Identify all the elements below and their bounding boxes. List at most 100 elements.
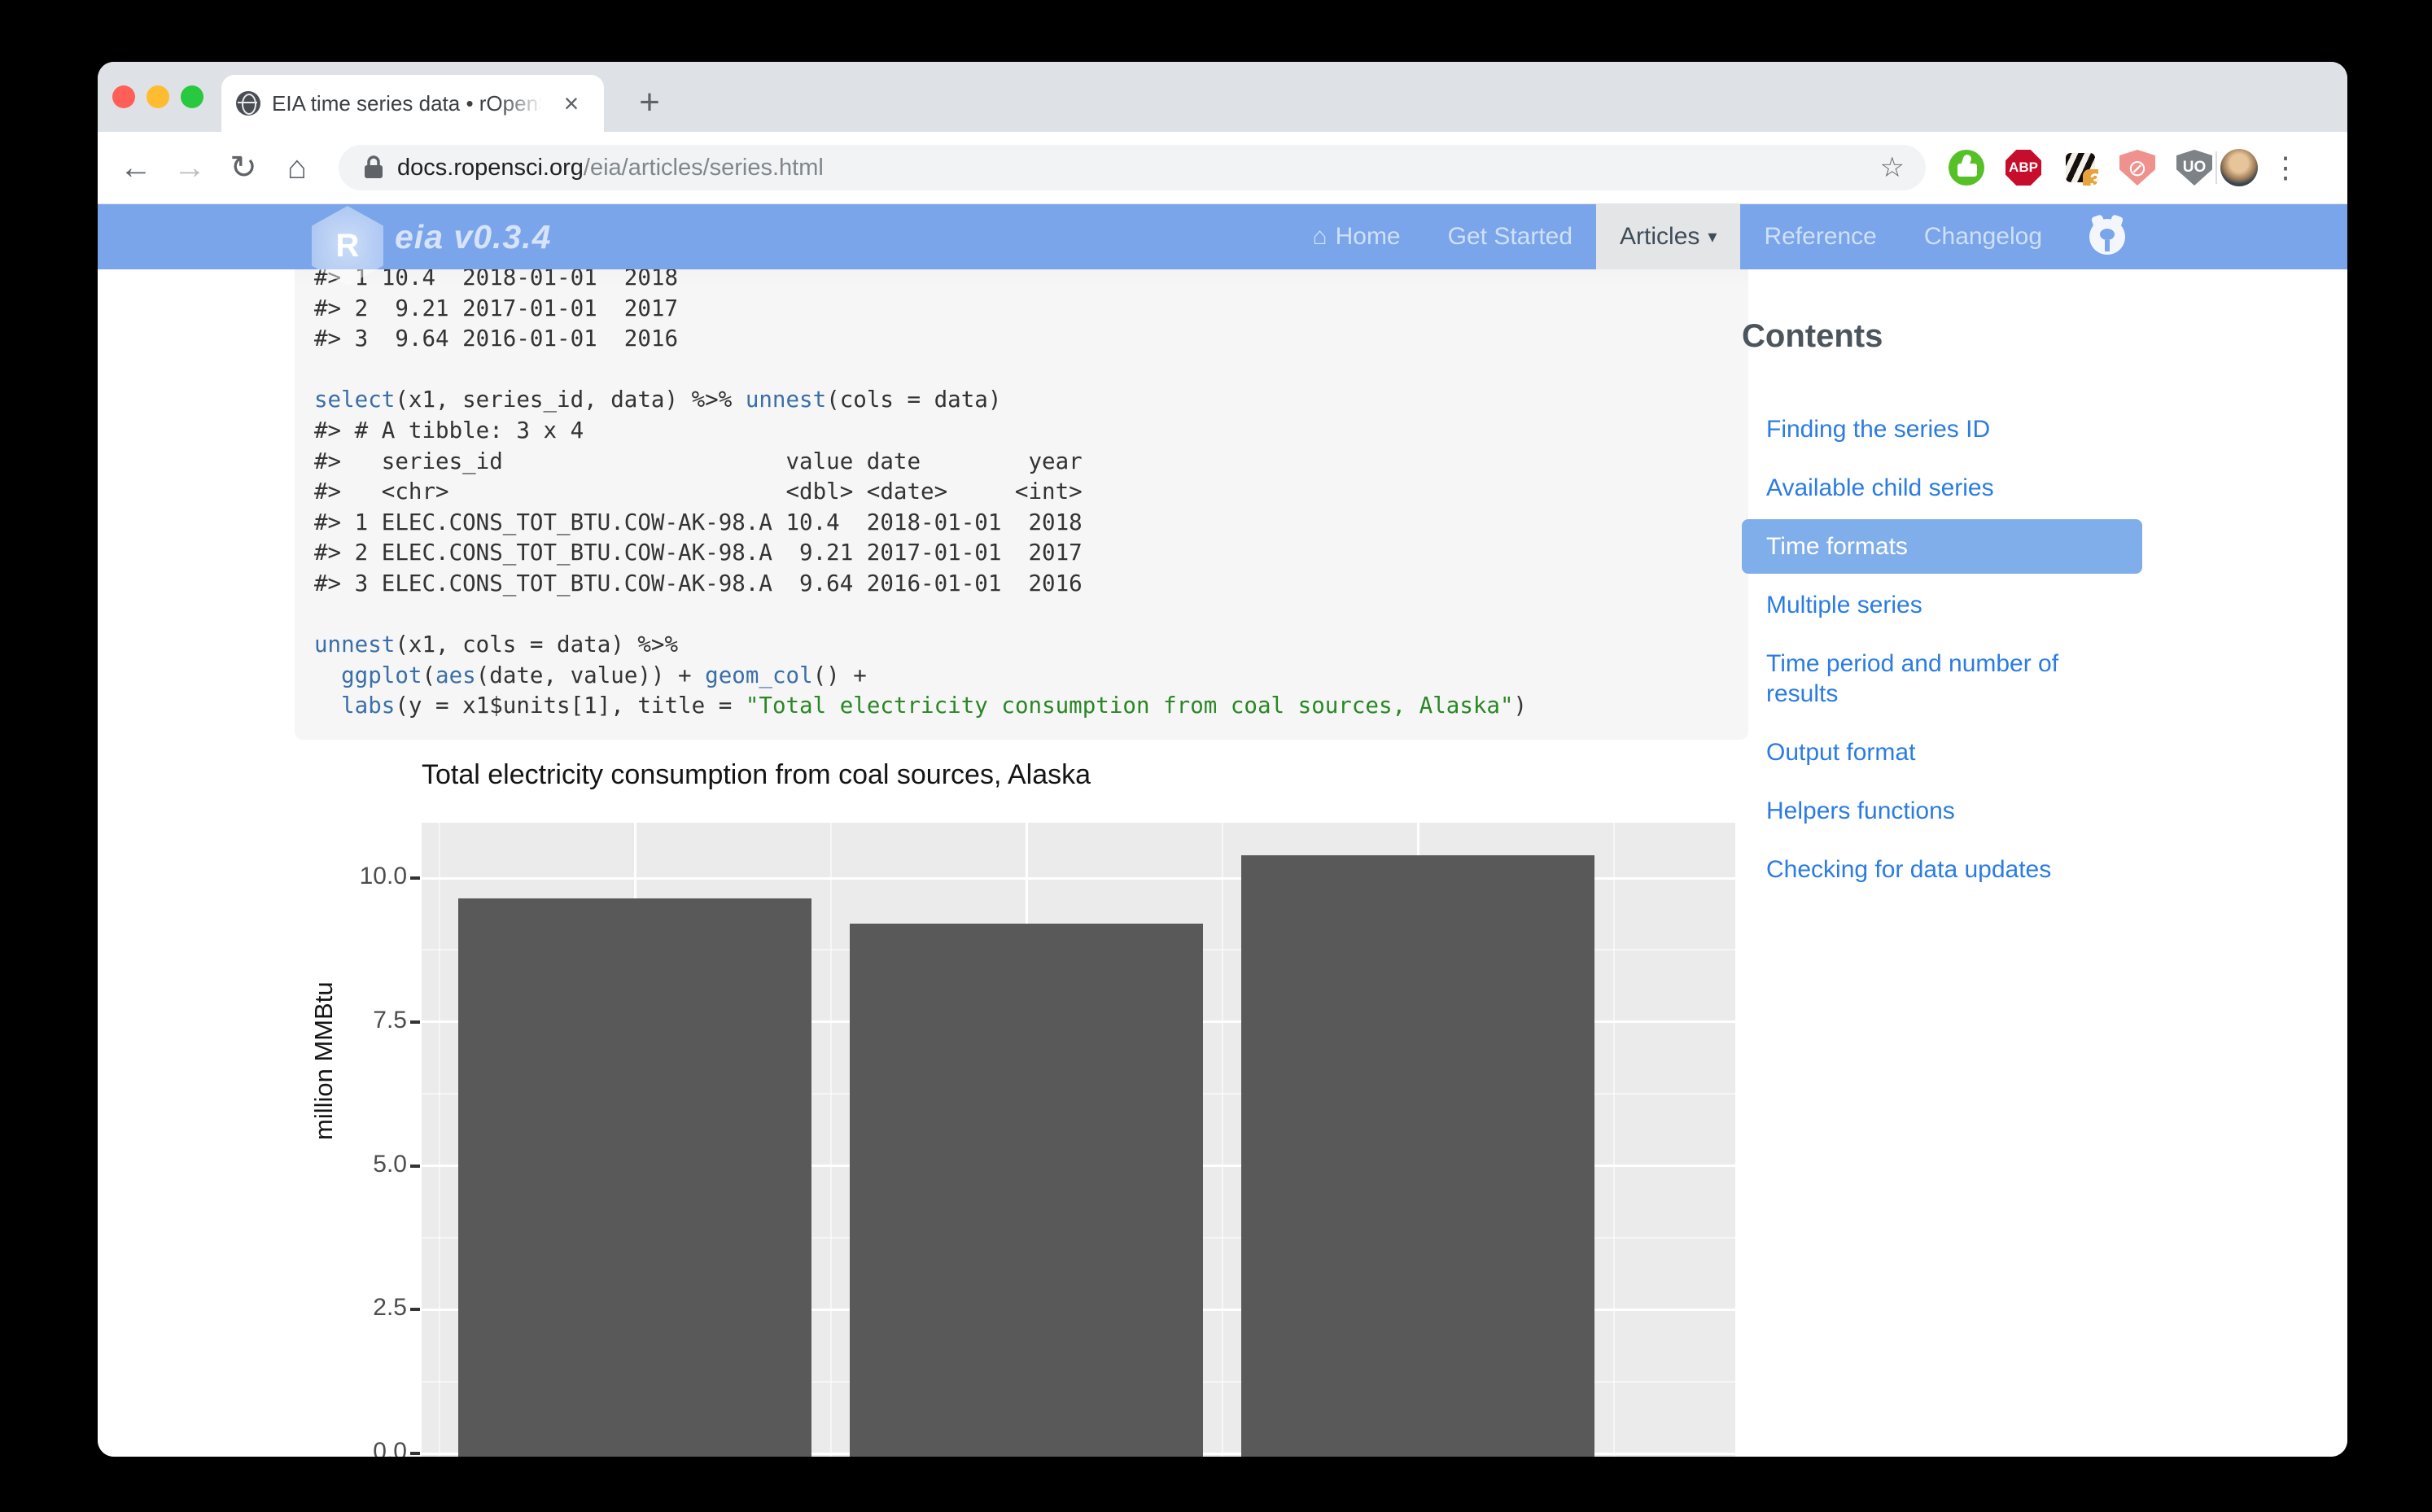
nav-item-label: Changelog [1924,223,2042,251]
code-text-token: () + [813,662,867,688]
browser-menu-icon[interactable]: ⋮ [2271,151,2300,185]
ublock-origin-icon[interactable]: UO [2176,150,2212,186]
code-text-token: (x1, series_id, data) %>% [395,387,745,413]
nav-item-changelog[interactable]: Changelog [1901,204,2066,269]
nav-item-home[interactable]: ⌂ Home [1288,204,1424,269]
code-function-token: unnest [314,631,395,658]
chart-bar-2017-01-01 [850,924,1203,1457]
y-tick-label: 0.0 [317,1438,407,1457]
traffic-lights [112,85,203,108]
chart-bar-2016-01-01 [458,898,811,1457]
toc-link-finding-the-series-id[interactable]: Finding the series ID [1742,402,2142,457]
gridline-minor-vertical [1222,823,1223,1457]
browser-toolbar: ← → ↻ ⌂ docs.ropensci.org/eia/articles/s… [98,132,2347,204]
toc-link-helpers-functions[interactable]: Helpers functions [1742,784,2142,838]
code-text-token [314,662,341,688]
lock-icon [363,155,384,180]
y-tick-mark [410,1020,420,1024]
blocker-shield-icon[interactable]: ⊘ [2119,150,2155,186]
nav-item-label: Reference [1764,223,1876,251]
y-tick-label: 2.5 [317,1294,407,1322]
code-text-token: (y = x1$units[1], title = [395,693,745,719]
nav-item-label: Articles [1620,223,1699,251]
code-text-token: ) [1514,693,1528,719]
new-tab-button[interactable]: + [625,78,674,127]
traffic-light-minimize[interactable] [147,85,169,108]
code-function-token: labs [341,693,395,719]
extension-badge: 3 [2083,169,2098,186]
home-icon[interactable]: ⌂ [270,150,324,186]
profile-avatar[interactable] [2220,149,2258,186]
logo-letter: R [336,228,360,264]
address-bar[interactable]: docs.ropensci.org/eia/articles/series.ht… [339,145,1926,190]
desktop-background: EIA time series data • rOpenSci: e × + ←… [0,0,2432,1512]
code-function-token: unnest [746,387,826,413]
github-face [2100,229,2115,240]
code-function-token: select [314,387,395,413]
nav-item-reference[interactable]: Reference [1740,204,1900,269]
nav-item-articles[interactable]: Articles▾ [1596,204,1740,269]
r-code-block[interactable]: #> 1 10.4 2018-01-01 2018 #> 2 9.21 2017… [295,229,1748,740]
code-text-token: #> 1 ELEC.CONS_TOT_BTU.COW-AK-98.A 10.4 … [314,509,1083,535]
contents-sidebar: Contents Finding the series IDAvailable … [1742,318,2198,901]
nav-item-get-started[interactable]: Get Started [1424,204,1596,269]
nav-item-label: Home [1336,223,1401,251]
bookmark-star-icon[interactable]: ☆ [1880,151,1905,184]
adblock-plus-icon[interactable]: ABP [2006,150,2041,186]
forward-icon[interactable]: → [163,150,217,186]
traffic-light-close[interactable] [112,85,135,108]
code-function-token: aes [435,662,476,688]
y-tick-label: 7.5 [317,1007,407,1034]
reload-icon[interactable]: ↻ [217,149,270,186]
code-string-token: "Total electricity consumption from coal… [746,693,1514,719]
tab-strip: EIA time series data • rOpenSci: e × + [98,62,2347,132]
like-extension-icon[interactable] [1949,150,1984,186]
browser-tab[interactable]: EIA time series data • rOpenSci: e × [221,75,604,132]
chart-y-axis-label: million MMBtu [309,981,339,1140]
site-brand[interactable]: eia v0.3.4 [395,204,551,269]
back-icon[interactable]: ← [109,150,163,186]
toc-link-available-child-series[interactable]: Available child series [1742,461,2142,515]
toc-link-output-format[interactable]: Output format [1742,725,2142,780]
contents-heading: Contents [1742,318,2198,355]
code-text-token: #> 2 ELEC.CONS_TOT_BTU.COW-AK-98.A 9.21 … [314,540,1083,566]
toc-link-checking-for-data-updates[interactable]: Checking for data updates [1742,842,2142,897]
contents-list: Finding the series IDAvailable child ser… [1742,402,2198,897]
code-text-token: #> series_id value date year [314,448,1083,474]
toolbar-separator [2215,151,2217,184]
code-text-token: #> 3 9.64 2016-01-01 2016 [314,326,678,352]
gridline-minor-vertical [830,823,832,1457]
toc-link-multiple-series[interactable]: Multiple series [1742,578,2142,632]
code-text-token: (cols = data) [826,387,1001,413]
home-glyph-icon: ⌂ [1312,223,1327,251]
toc-link-time-formats[interactable]: Time formats [1742,519,2142,574]
code-text-token: ( [422,662,435,688]
tab-close-icon[interactable]: × [557,89,586,118]
toc-link-time-period-and-number-of-results[interactable]: Time period and number of results [1742,636,2142,721]
code-text-token: (x1, cols = data) %>% [395,631,678,658]
privacy-badger-icon[interactable]: 3 [2062,150,2098,186]
y-tick-mark [410,1308,420,1311]
nav-item-label: Get Started [1448,223,1572,251]
url-text[interactable]: docs.ropensci.org/eia/articles/series.ht… [397,155,1880,181]
code-text-token: (date, value)) + [476,662,705,688]
web-page: R eia v0.3.4 ⌂ Home Get Started Articles▾ Re… [98,204,2347,1457]
y-tick-mark [410,876,420,880]
chart-title: Total electricity consumption from coal … [422,759,1091,791]
site-nav-items: ⌂ Home Get Started Articles▾ Reference Change… [1288,204,2149,269]
tab-title-fade [498,83,555,124]
y-tick-label: 5.0 [317,1151,407,1178]
code-text-token [314,693,341,719]
github-icon [2089,219,2125,255]
gridline-minor-vertical [1613,823,1615,1457]
chart-bar-2018-01-01 [1241,855,1594,1457]
tab-favicon-globe-icon [236,91,260,116]
code-function-token: ggplot [341,662,422,688]
traffic-light-zoom[interactable] [181,85,203,108]
nav-item-github[interactable] [2066,204,2149,269]
article-main-column: #> 1 10.4 2018-01-01 2018 #> 2 9.21 2017… [295,204,1748,1457]
y-tick-label: 10.0 [317,863,407,890]
code-function-token: geom_col [705,662,812,688]
gridline-minor-vertical [439,823,440,1457]
github-body [2105,240,2110,251]
